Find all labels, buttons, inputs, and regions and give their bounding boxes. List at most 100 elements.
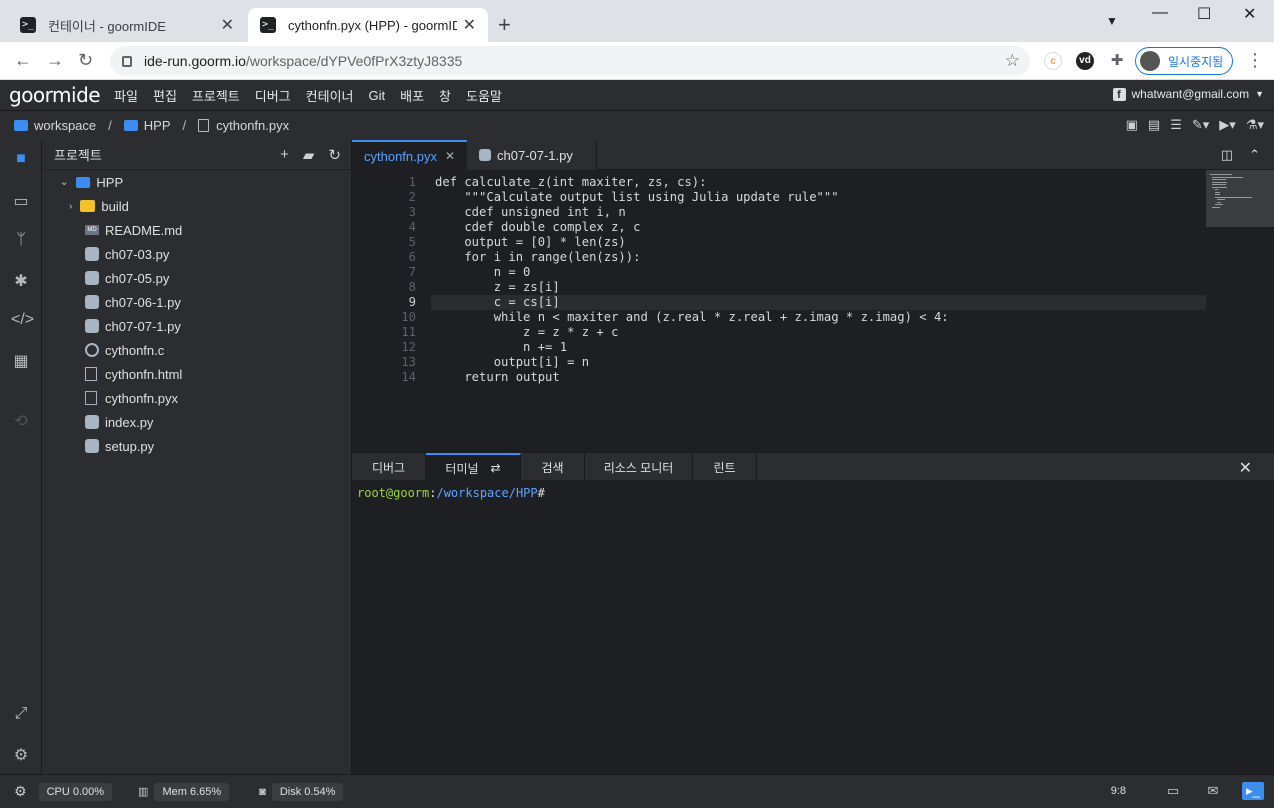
line-number: 11 bbox=[401, 325, 416, 339]
editor-tab-cythonfn[interactable]: cythonfn.pyx ✕ bbox=[352, 140, 467, 170]
tab-search-icon[interactable]: ▼ bbox=[1106, 14, 1118, 28]
browser-tab-cythonfn[interactable]: >_ cythonfn.pyx (HPP) - goormIDE ✕ bbox=[248, 8, 488, 42]
menu-debug[interactable]: 디버그 bbox=[255, 86, 291, 105]
panel-tab-search[interactable]: 검색 bbox=[521, 453, 585, 481]
mem-stat: ▥ Mem 6.65% bbox=[138, 782, 230, 802]
settings-gear-icon[interactable]: ⚙ bbox=[11, 745, 31, 765]
maximize-button[interactable]: ☐ bbox=[1197, 4, 1211, 24]
menu-deploy[interactable]: 배포 bbox=[400, 86, 424, 105]
minimap-line bbox=[1210, 174, 1233, 175]
close-tab-icon[interactable]: ✕ bbox=[463, 15, 476, 35]
tree-item-setup[interactable]: setup.py bbox=[85, 434, 154, 458]
tree-item-ch07-07-1[interactable]: ch07-07-1.py bbox=[85, 314, 181, 338]
breadcrumb-workspace[interactable]: workspace bbox=[34, 118, 96, 133]
tree-root-label: HPP bbox=[96, 174, 124, 190]
tree-root[interactable]: ⌄ HPP bbox=[60, 170, 123, 194]
menu-container[interactable]: 컨테이너 bbox=[306, 86, 354, 105]
tree-item-readme[interactable]: MD README.md bbox=[85, 218, 182, 242]
forward-button[interactable]: → bbox=[46, 50, 64, 71]
refresh-icon[interactable]: ↻ bbox=[328, 146, 341, 164]
new-tab-button[interactable]: + bbox=[498, 12, 511, 38]
menu-git[interactable]: Git bbox=[369, 88, 386, 103]
address-bar[interactable]: ide-run.goorm.io/workspace/dYPVe0fPrX3zt… bbox=[110, 46, 1030, 76]
project-icon[interactable]: ■ bbox=[11, 150, 31, 170]
tree-item-cythonfn-pyx[interactable]: cythonfn.pyx bbox=[85, 386, 178, 410]
chat-icon[interactable]: ✉ bbox=[1202, 782, 1224, 800]
user-account[interactable]: f whatwant@gmail.com ▼ bbox=[1112, 87, 1264, 101]
project-folder-icon bbox=[123, 120, 138, 131]
panel-tab-resource-monitor[interactable]: 리소스 모니터 bbox=[585, 453, 693, 481]
git-branch-icon[interactable]: ᛘ bbox=[11, 231, 31, 251]
activity-bar: ■ ▭ ᛘ ✱ </> ▦ ⟲ ⤢ ⚙ bbox=[0, 140, 42, 774]
run-icon[interactable]: ▶▾ bbox=[1219, 117, 1236, 133]
menu-file[interactable]: 파일 bbox=[114, 86, 138, 105]
minimap-line bbox=[1212, 184, 1226, 185]
tree-item-label: ch07-07-1.py bbox=[105, 318, 181, 334]
code-icon[interactable]: </> bbox=[11, 311, 34, 331]
code-line: while n < maxiter and (z.real * z.real +… bbox=[435, 310, 949, 324]
browser-tab-containers[interactable]: >_ 컨테이너 - goormIDE ✕ bbox=[8, 8, 246, 42]
tree-item-cythonfn-html[interactable]: cythonfn.html bbox=[85, 362, 182, 386]
tree-item-cythonfn-c[interactable]: cythonfn.c bbox=[85, 338, 164, 362]
code-line: return output bbox=[435, 370, 560, 384]
outline-icon[interactable]: ▭ bbox=[11, 191, 31, 211]
minimap-line bbox=[1212, 206, 1221, 208]
panel-tab-terminal[interactable]: 터미널 ⇄ bbox=[426, 453, 521, 481]
close-tab-icon[interactable]: ✕ bbox=[221, 15, 234, 35]
profile-button[interactable]: 일시중지됨 bbox=[1135, 47, 1233, 75]
tree-item-ch07-06-1[interactable]: ch07-06-1.py bbox=[85, 290, 181, 314]
find-icon[interactable]: ☰ bbox=[1170, 117, 1182, 133]
close-icon[interactable]: ✕ bbox=[445, 149, 455, 163]
panel-tab-lint[interactable]: 린트 bbox=[693, 453, 757, 481]
breadcrumb-file[interactable]: cythonfn.pyx bbox=[216, 118, 289, 133]
panel-tab-debug[interactable]: 디버그 bbox=[352, 453, 426, 481]
chevron-up-icon[interactable]: ⌃ bbox=[1249, 147, 1260, 163]
line-number: 13 bbox=[401, 355, 416, 369]
browser-menu-icon[interactable]: ⋮ bbox=[1246, 50, 1264, 71]
close-panel-icon[interactable]: ✕ bbox=[1239, 458, 1252, 478]
menu-help[interactable]: 도움말 bbox=[466, 86, 502, 105]
tree-item-ch07-05[interactable]: ch07-05.py bbox=[85, 266, 169, 290]
extensions-puzzle-icon[interactable]: ✚ bbox=[1108, 52, 1126, 70]
breadcrumb-project[interactable]: HPP bbox=[144, 118, 171, 133]
build-tools-icon[interactable]: ✎▾ bbox=[1192, 117, 1209, 133]
back-button[interactable]: ← bbox=[14, 50, 32, 71]
split-editor-icon[interactable]: ◫ bbox=[1221, 147, 1233, 163]
refresh-icon[interactable]: ⇄ bbox=[491, 461, 501, 475]
close-window-button[interactable]: ✕ bbox=[1243, 4, 1256, 24]
tree-item-index[interactable]: index.py bbox=[85, 410, 153, 434]
terminal-toggle-icon[interactable]: ▸_ bbox=[1242, 782, 1264, 800]
code-line: cdef double complex z, c bbox=[435, 220, 641, 234]
extension-icon[interactable]: c bbox=[1044, 52, 1062, 70]
minimap-line bbox=[1214, 196, 1252, 198]
editor-tab-ch07-07-1[interactable]: ch07-07-1.py bbox=[467, 140, 597, 170]
code-editor[interactable]: 1 def calculate_z(int maxiter, zs, cs): 2 … bbox=[352, 170, 1274, 452]
bookmark-star-icon[interactable]: ☆ bbox=[1005, 51, 1020, 71]
layout-icon[interactable]: ▭ bbox=[1162, 782, 1184, 800]
toolbar: ▣ ▤ ☰ ✎▾ ▶▾ ⚗▾ bbox=[1126, 117, 1264, 133]
new-folder-icon[interactable]: ▰ bbox=[303, 146, 315, 164]
menu-window[interactable]: 창 bbox=[439, 86, 451, 105]
library-icon[interactable]: ▦ bbox=[11, 351, 31, 371]
reload-button[interactable]: ↻ bbox=[78, 50, 93, 71]
menu-project[interactable]: 프로젝트 bbox=[192, 86, 240, 105]
minimap-line bbox=[1212, 186, 1227, 188]
fullscreen-icon[interactable]: ⤢ bbox=[11, 705, 31, 725]
save-icon[interactable]: ▣ bbox=[1126, 117, 1138, 133]
explorer-actions: + ▰ ↻ bbox=[280, 146, 341, 164]
tree-item-build[interactable]: › build bbox=[69, 194, 129, 218]
save-all-icon[interactable]: ▤ bbox=[1148, 117, 1160, 133]
test-flask-icon[interactable]: ⚗▾ bbox=[1246, 117, 1264, 133]
breadcrumb: workspace / HPP / cythonfn.pyx ▣ ▤ ☰ ✎▾ … bbox=[0, 110, 1274, 140]
sync-icon[interactable]: ⟲ bbox=[11, 411, 31, 431]
tree-item-ch07-03[interactable]: ch07-03.py bbox=[85, 242, 169, 266]
add-icon[interactable]: + bbox=[280, 146, 289, 164]
minimap[interactable] bbox=[1206, 170, 1274, 227]
menu-edit[interactable]: 편집 bbox=[153, 86, 177, 105]
minimize-button[interactable]: — bbox=[1152, 4, 1168, 22]
extension-vd-icon[interactable]: vd bbox=[1076, 52, 1094, 70]
terminal[interactable]: root@goorm:/workspace/HPP# bbox=[352, 480, 1274, 774]
bug-icon[interactable]: ✱ bbox=[11, 271, 31, 291]
user-email: whatwant@gmail.com bbox=[1131, 87, 1250, 101]
workspace-icon bbox=[14, 120, 28, 131]
